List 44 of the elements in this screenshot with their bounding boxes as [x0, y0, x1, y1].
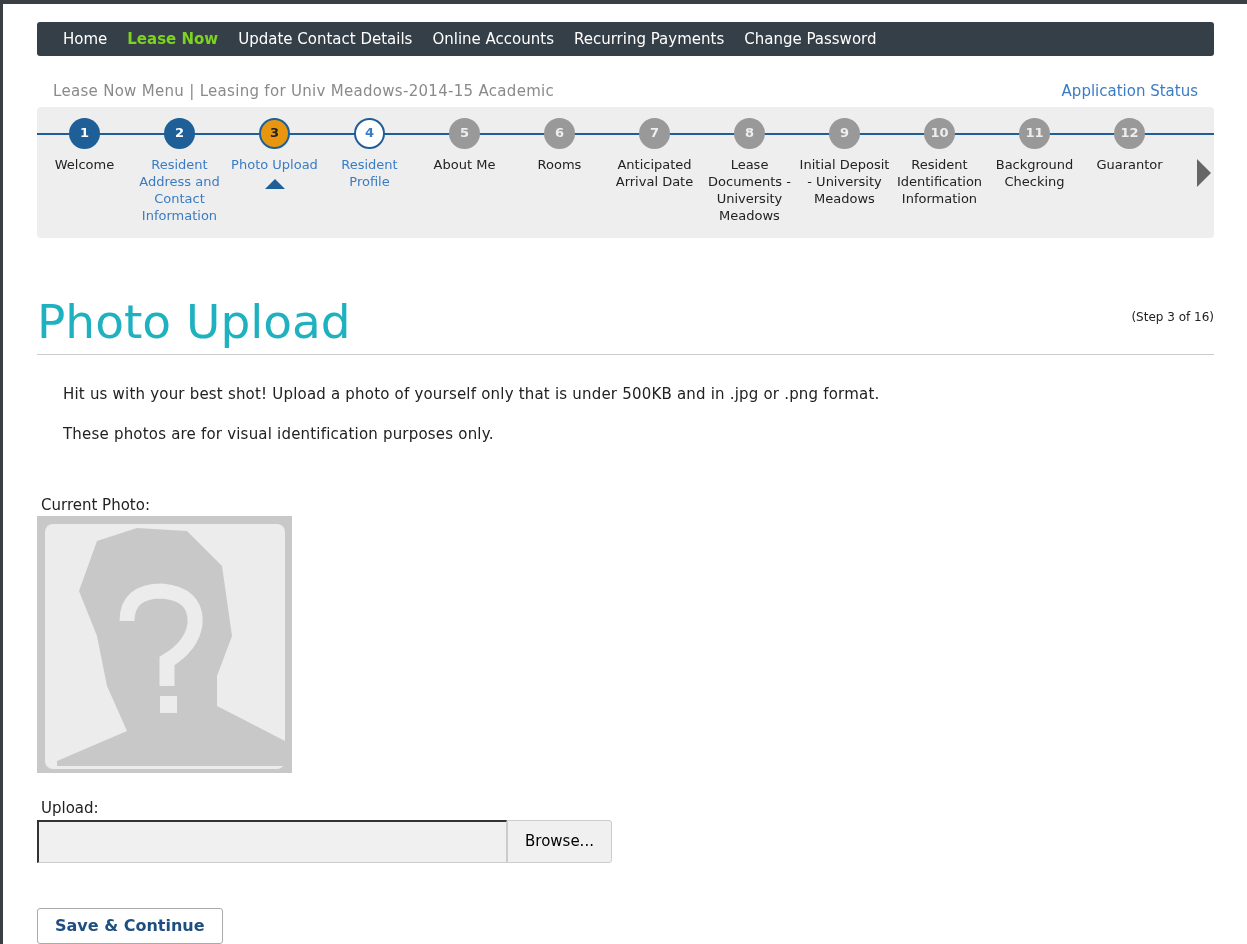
- step-number[interactable]: 12: [1114, 117, 1145, 149]
- page-title: Photo Upload: [37, 293, 351, 350]
- save-continue-button[interactable]: Save & Continue: [37, 907, 223, 944]
- nav-link[interactable]: Home: [53, 21, 118, 57]
- step-number[interactable]: 10: [924, 117, 955, 149]
- step-number[interactable]: 1: [69, 117, 100, 149]
- instruction-text: Hit us with your best shot! Upload a photo of yourself only that is under 500KB and in .jpg or .png format.: [63, 383, 881, 405]
- step-counter: (Step 3 of 16): [1131, 308, 1214, 326]
- step-number[interactable]: 7: [639, 117, 670, 149]
- file-input-field[interactable]: [37, 819, 507, 863]
- step-label[interactable]: Resident Address and Contact Information: [132, 155, 227, 224]
- step-label[interactable]: Photo Upload: [229, 155, 320, 173]
- step-label[interactable]: Resident Profile: [322, 155, 417, 190]
- current-photo-label: Current Photo:: [40, 494, 151, 516]
- step-label: Anticipated Arrival Date: [614, 155, 695, 190]
- step-label: Rooms: [536, 155, 583, 173]
- step-number[interactable]: 5: [449, 117, 480, 149]
- step-label: About Me: [432, 155, 497, 173]
- step-label: Initial Deposit - University Meadows: [798, 155, 891, 207]
- step-number[interactable]: 8: [734, 117, 765, 149]
- step-number[interactable]: 3: [259, 117, 290, 149]
- step-label: Resident Identification Information: [895, 155, 984, 207]
- step-label: Background Checking: [994, 155, 1075, 190]
- step-number[interactable]: 4: [354, 117, 385, 149]
- next-arrow-icon[interactable]: [1197, 158, 1211, 187]
- step-number[interactable]: 6: [544, 117, 575, 149]
- instruction-text: These photos are for visual identification purposes only.: [63, 424, 495, 446]
- nav-link[interactable]: Change Password: [734, 21, 887, 57]
- nav-link[interactable]: Online Accounts: [422, 21, 564, 57]
- step-label[interactable]: Welcome: [52, 155, 117, 173]
- nav-link[interactable]: Recurring Payments: [563, 21, 735, 57]
- step-number[interactable]: 9: [829, 117, 860, 149]
- step-number[interactable]: 2: [164, 117, 195, 149]
- nav-link[interactable]: Lease Now: [117, 21, 229, 57]
- application-status-link[interactable]: Application Status: [1061, 80, 1198, 103]
- upload-label: Upload:: [40, 798, 100, 820]
- step-number[interactable]: 11: [1019, 117, 1050, 149]
- placeholder-avatar-icon: [37, 516, 292, 774]
- step-label: Lease Documents - University Meadows: [707, 155, 792, 224]
- current-step-caret-icon: [264, 178, 285, 189]
- step-label: Guarantor: [1095, 155, 1164, 173]
- browse-button[interactable]: Browse...: [507, 819, 612, 863]
- nav-link[interactable]: Update Contact Details: [228, 21, 423, 57]
- breadcrumb: Lease Now Menu | Leasing for Univ Meadows-2014-15 Academic: [53, 81, 555, 102]
